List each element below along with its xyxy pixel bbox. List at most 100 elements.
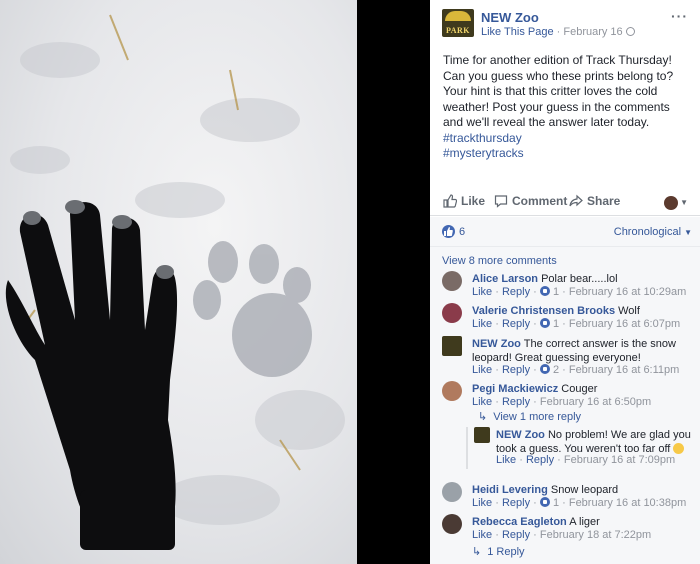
comment-like-link[interactable]: Like bbox=[472, 286, 492, 298]
comment-author[interactable]: Valerie Christensen Brooks bbox=[472, 305, 615, 317]
comment-author[interactable]: Heidi Levering bbox=[472, 484, 548, 496]
comment-label: Comment bbox=[512, 194, 568, 208]
view-replies-link[interactable]: ↳ 1 Reply bbox=[472, 545, 525, 558]
avatar[interactable] bbox=[442, 381, 462, 401]
comment-text: Snow leopard bbox=[550, 484, 619, 496]
like-thumb-icon bbox=[443, 194, 458, 208]
post-date[interactable]: February 16 bbox=[563, 26, 622, 38]
comment-time[interactable]: February 16 at 6:07pm bbox=[569, 318, 680, 330]
like-reaction-icon bbox=[539, 286, 550, 296]
view-replies-label: View 1 more reply bbox=[493, 411, 582, 423]
comment-author[interactable]: Pegi Mackiewicz bbox=[472, 383, 558, 395]
comment-body: Pegi Mackiewicz Couger bbox=[472, 382, 697, 396]
share-arrow-icon bbox=[569, 194, 583, 207]
avatar[interactable] bbox=[442, 482, 462, 502]
comment-time[interactable]: February 16 at 10:29am bbox=[569, 286, 686, 298]
page-avatar[interactable]: PARK bbox=[442, 9, 474, 37]
comment-body: Rebecca Eagleton A liger bbox=[472, 515, 697, 529]
post-photo[interactable] bbox=[0, 0, 357, 564]
comment-reply-link[interactable]: Reply bbox=[502, 364, 530, 376]
comment-time[interactable]: February 16 at 6:50pm bbox=[540, 396, 651, 408]
like-reaction-icon bbox=[539, 497, 550, 507]
comment-like-count[interactable]: 1 bbox=[553, 318, 559, 330]
comment-author[interactable]: Rebecca Eagleton bbox=[472, 516, 567, 528]
comment-author[interactable]: NEW Zoo bbox=[496, 429, 545, 441]
comment-actions: Like · Reply · 1 · February 16 at 6:07pm bbox=[472, 318, 681, 330]
avatar[interactable] bbox=[442, 336, 462, 356]
comment-like-link[interactable]: Like bbox=[472, 529, 492, 541]
post-meta: Like This Page · February 16 bbox=[481, 26, 635, 38]
comment-time[interactable]: February 16 at 6:11pm bbox=[569, 364, 679, 376]
like-button[interactable]: Like bbox=[443, 194, 485, 208]
comment-author[interactable]: Alice Larson bbox=[472, 273, 538, 285]
comment-time[interactable]: February 18 at 7:22pm bbox=[540, 529, 651, 541]
comment-like-link[interactable]: Like bbox=[496, 454, 516, 466]
like-reaction-icon[interactable] bbox=[442, 225, 455, 238]
comment-like-link[interactable]: Like bbox=[472, 396, 492, 408]
comment-like-count[interactable]: 2 bbox=[553, 364, 559, 376]
viewer-avatar bbox=[664, 195, 679, 210]
black-glove bbox=[5, 202, 178, 550]
comment-body: NEW Zoo The correct answer is the snow l… bbox=[472, 337, 697, 365]
comment-actions: Like · Reply · 2 · February 16 at 6:11pm bbox=[472, 364, 680, 376]
logo-text: PARK bbox=[445, 26, 471, 35]
reactions-summary: 6 Chronological ▼ bbox=[430, 217, 700, 247]
like-reaction-icon bbox=[539, 364, 550, 374]
avatar[interactable] bbox=[442, 514, 462, 534]
reply-arrow-icon: ↳ bbox=[478, 411, 488, 423]
comment-bubble-icon bbox=[494, 195, 508, 208]
smiley-emoji-icon bbox=[673, 443, 685, 454]
comment-time[interactable]: February 16 at 10:38pm bbox=[569, 497, 686, 509]
comment-reply-link[interactable]: Reply bbox=[502, 396, 530, 408]
page-name-link[interactable]: NEW Zoo bbox=[481, 10, 539, 25]
paw-print bbox=[193, 241, 312, 377]
comment-reply-link[interactable]: Reply bbox=[502, 286, 530, 298]
more-options-icon[interactable]: ··· bbox=[671, 8, 688, 24]
glove-and-paw-print-photo bbox=[5, 14, 345, 550]
comment-reply-link[interactable]: Reply bbox=[502, 529, 530, 541]
comment-like-link[interactable]: Like bbox=[472, 318, 492, 330]
view-more-replies-link[interactable]: ↳ View 1 more reply bbox=[478, 410, 581, 423]
share-label: Share bbox=[587, 194, 621, 208]
post-actions-bar: Like Comment Share ▼ bbox=[430, 188, 700, 216]
comment-reply-link[interactable]: Reply bbox=[526, 454, 554, 466]
comment-reply-link[interactable]: Reply bbox=[502, 318, 530, 330]
avatar[interactable] bbox=[442, 303, 462, 323]
order-label: Chronological bbox=[613, 226, 682, 238]
comment-body: Heidi Levering Snow leopard bbox=[472, 483, 697, 497]
replies-count-label: 1 Reply bbox=[487, 546, 525, 558]
globe-icon bbox=[625, 27, 635, 36]
logo-sun-icon bbox=[445, 11, 471, 21]
post-as-selector[interactable]: ▼ bbox=[664, 195, 688, 210]
like-reaction-icon bbox=[539, 318, 550, 328]
comment-like-count[interactable]: 1 bbox=[553, 497, 559, 509]
reply-arrow-icon: ↳ bbox=[472, 546, 482, 558]
avatar[interactable] bbox=[442, 271, 462, 291]
comment-like-count[interactable]: 1 bbox=[553, 286, 559, 298]
view-more-comments-link[interactable]: View 8 more comments bbox=[442, 255, 557, 267]
post-sidebar: PARK NEW Zoo Like This Page · February 1… bbox=[430, 0, 700, 564]
post-body-text: Time for another edition of Track Thursd… bbox=[443, 53, 674, 129]
comment-reply-link[interactable]: Reply bbox=[502, 497, 530, 509]
lightbox-gutter bbox=[357, 0, 430, 564]
like-page-link[interactable]: Like This Page bbox=[481, 26, 554, 38]
post-message: Time for another edition of Track Thursd… bbox=[443, 53, 693, 162]
comment-body: Alice Larson Polar bear.....lol bbox=[472, 272, 697, 286]
comment-like-link[interactable]: Like bbox=[472, 364, 492, 376]
comment-author[interactable]: NEW Zoo bbox=[472, 338, 521, 350]
meta-separator: · bbox=[553, 26, 564, 38]
reaction-count[interactable]: 6 bbox=[459, 226, 465, 238]
post-header: PARK NEW Zoo Like This Page · February 1… bbox=[430, 0, 700, 48]
hashtag-link[interactable]: #trackthursday bbox=[443, 131, 522, 145]
comment-actions: Like · Reply · February 16 at 7:09pm bbox=[496, 454, 676, 466]
comment-actions: Like · Reply · 1 · February 16 at 10:38p… bbox=[472, 497, 687, 509]
chevron-down-icon: ▼ bbox=[680, 198, 688, 208]
share-button[interactable]: Share bbox=[569, 194, 620, 208]
hashtag-link[interactable]: #mysterytracks bbox=[443, 146, 524, 160]
comment-body: Valerie Christensen Brooks Wolf bbox=[472, 304, 697, 318]
comment-button[interactable]: Comment bbox=[494, 194, 567, 208]
comment-time[interactable]: February 16 at 7:09pm bbox=[564, 454, 675, 466]
avatar[interactable] bbox=[474, 427, 490, 443]
comment-order-dropdown[interactable]: Chronological ▼ bbox=[614, 226, 692, 238]
comment-like-link[interactable]: Like bbox=[472, 497, 492, 509]
